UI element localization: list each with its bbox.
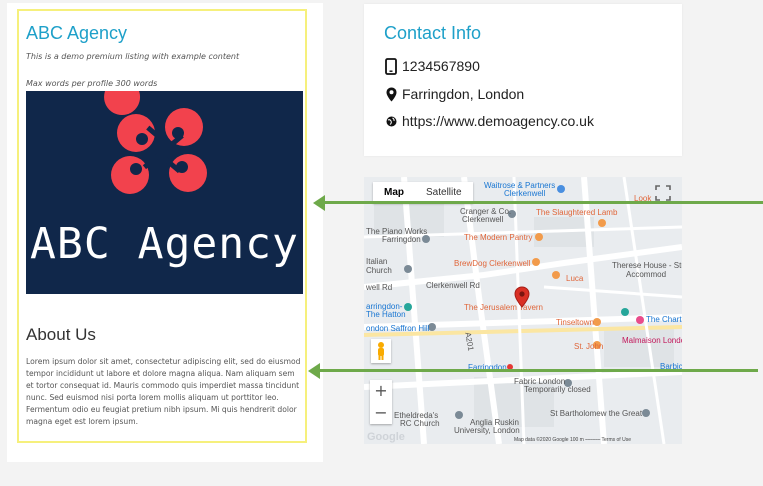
- map-label: Clerkenwell Rd: [426, 281, 480, 290]
- listing-tagline: This is a demo premium listing with exam…: [26, 52, 240, 61]
- map-attribution: Map data ©2020 Google 100 m ⎯⎯⎯⎯⎯⎯ Terms…: [514, 437, 631, 443]
- contact-phone[interactable]: 1234567890: [402, 58, 480, 74]
- street-view-pegman[interactable]: [371, 339, 391, 363]
- about-us-text: Lorem ipsum dolor sit amet, consectetur …: [26, 357, 301, 426]
- location-pin-icon[interactable]: [514, 286, 530, 308]
- map-label: St. John: [574, 342, 604, 351]
- arrow-to-about: [308, 363, 758, 379]
- map-label: Clerkenwell: [462, 215, 504, 224]
- map-label: Accommod: [626, 270, 667, 279]
- max-words-note: Max words per profile 300 words: [26, 79, 158, 88]
- map-label: ondon Saffron Hill: [366, 324, 430, 333]
- map-label: Tinseltown: [556, 318, 594, 327]
- map-pin-icon: [384, 85, 398, 103]
- map-label: The Charte: [646, 315, 682, 324]
- zoom-out-button[interactable]: −: [370, 402, 392, 424]
- pegman-icon: [378, 342, 384, 360]
- agency-title[interactable]: ABC Agency: [26, 23, 127, 44]
- map-label: Italian: [366, 257, 388, 266]
- zoom-in-button[interactable]: +: [370, 380, 392, 402]
- contact-website-row[interactable]: https://www.demoagency.co.uk: [384, 112, 594, 130]
- map-label: The Modern Pantry: [464, 233, 533, 242]
- location-map[interactable]: Waitrose & Partners Clerkenwell Cranger …: [364, 177, 682, 444]
- map-label: well Rd: [366, 283, 393, 292]
- about-us-heading: About Us: [26, 325, 96, 344]
- contact-info-title: Contact Info: [384, 23, 482, 43]
- map-label: The Hatton: [366, 310, 406, 319]
- map-label: Temporarily closed: [524, 385, 591, 394]
- phone-icon: [384, 57, 398, 75]
- map-label: St Bartholomew the Great: [550, 409, 643, 418]
- map-label: BrewDog Clerkenwell: [454, 259, 531, 268]
- contact-website[interactable]: https://www.demoagency.co.uk: [402, 113, 594, 129]
- map-label: The Jerusalem Tavern: [464, 303, 543, 312]
- logo-text: ABC Agency: [30, 219, 299, 269]
- contact-phone-row[interactable]: 1234567890: [384, 57, 480, 75]
- contact-location-row: Farringdon, London: [384, 85, 524, 103]
- map-label: Malmaison London: [622, 336, 682, 345]
- map-label: Therese House - Stu: [612, 261, 682, 270]
- zoom-controls: + −: [370, 380, 392, 424]
- map-label: University, London: [454, 426, 520, 435]
- map-label: Church: [366, 266, 392, 275]
- contact-location: Farringdon, London: [402, 86, 525, 102]
- agency-logo: ABC Agency: [26, 91, 303, 294]
- map-label: RC Church: [400, 419, 440, 428]
- globe-icon: [384, 112, 398, 130]
- map-label: Luca: [566, 274, 584, 283]
- map-label: Farringdon: [382, 235, 421, 244]
- arrow-to-logo: [313, 195, 763, 211]
- google-logo: Google: [367, 431, 405, 443]
